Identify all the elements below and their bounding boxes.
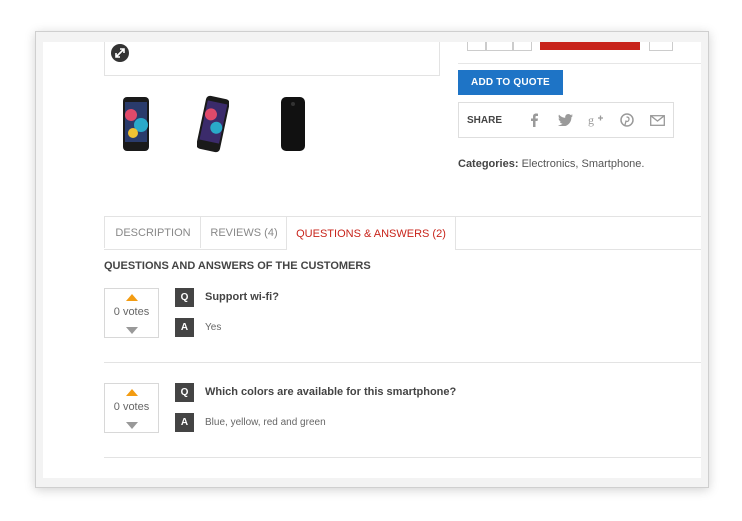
categories-value[interactable]: Electronics, Smartphone. [519,158,645,170]
product-page: ADD TO QUOTE SHARE g Categories: Electro… [43,42,701,478]
question-text[interactable]: Which colors are available for this smar… [205,386,456,398]
email-icon[interactable] [642,110,673,130]
svg-text:g: g [588,113,594,127]
tab-questions-answers[interactable]: QUESTIONS & ANSWERS (2) [286,217,456,250]
vote-up-icon[interactable] [126,294,138,301]
share-bar: SHARE g [458,102,674,138]
share-label: SHARE [467,114,503,126]
qa-section-title: QUESTIONS AND ANSWERS OF THE CUSTOMERS [104,260,371,272]
quantity-input[interactable] [486,42,513,51]
add-to-cart-button[interactable] [540,42,640,50]
divider-line [458,63,701,64]
add-to-quote-button[interactable]: ADD TO QUOTE [458,70,563,95]
qa-divider [104,457,701,458]
answer-badge: A [175,413,194,432]
answer-text: Blue, yellow, red and green [205,417,326,428]
vote-widget: 0 votes [104,288,159,338]
vote-down-icon[interactable] [126,422,138,429]
pinterest-icon[interactable] [611,110,642,130]
tab-reviews[interactable]: REVIEWS (4) [200,217,287,248]
wishlist-button[interactable] [649,42,673,51]
answer-text: Yes [205,322,222,333]
screenshot-frame: ADD TO QUOTE SHARE g Categories: Electro… [35,31,709,488]
answer-badge: A [175,318,194,337]
quantity-plus-button[interactable] [513,42,532,51]
vote-count: 0 votes [113,401,150,413]
thumbnail-angle[interactable] [196,95,230,153]
categories-label: Categories: [458,158,519,170]
google-plus-icon[interactable]: g [580,110,611,130]
facebook-icon[interactable] [519,110,550,130]
qa-divider [104,362,701,363]
product-tabs: DESCRIPTION REVIEWS (4) QUESTIONS & ANSW… [104,216,701,250]
zoom-icon[interactable] [111,44,129,62]
vote-count: 0 votes [113,306,150,318]
tab-description[interactable]: DESCRIPTION [104,217,201,248]
main-product-image [104,42,440,76]
product-categories: Categories: Electronics, Smartphone. [458,158,644,170]
twitter-icon[interactable] [550,110,581,130]
question-badge: Q [175,383,194,402]
vote-widget: 0 votes [104,383,159,433]
thumbnail-front[interactable] [120,95,152,153]
vote-up-icon[interactable] [126,389,138,396]
thumbnail-back[interactable] [277,95,309,153]
quantity-minus-button[interactable] [467,42,486,51]
vote-down-icon[interactable] [126,327,138,334]
question-text[interactable]: Support wi-fi? [205,291,279,303]
question-badge: Q [175,288,194,307]
